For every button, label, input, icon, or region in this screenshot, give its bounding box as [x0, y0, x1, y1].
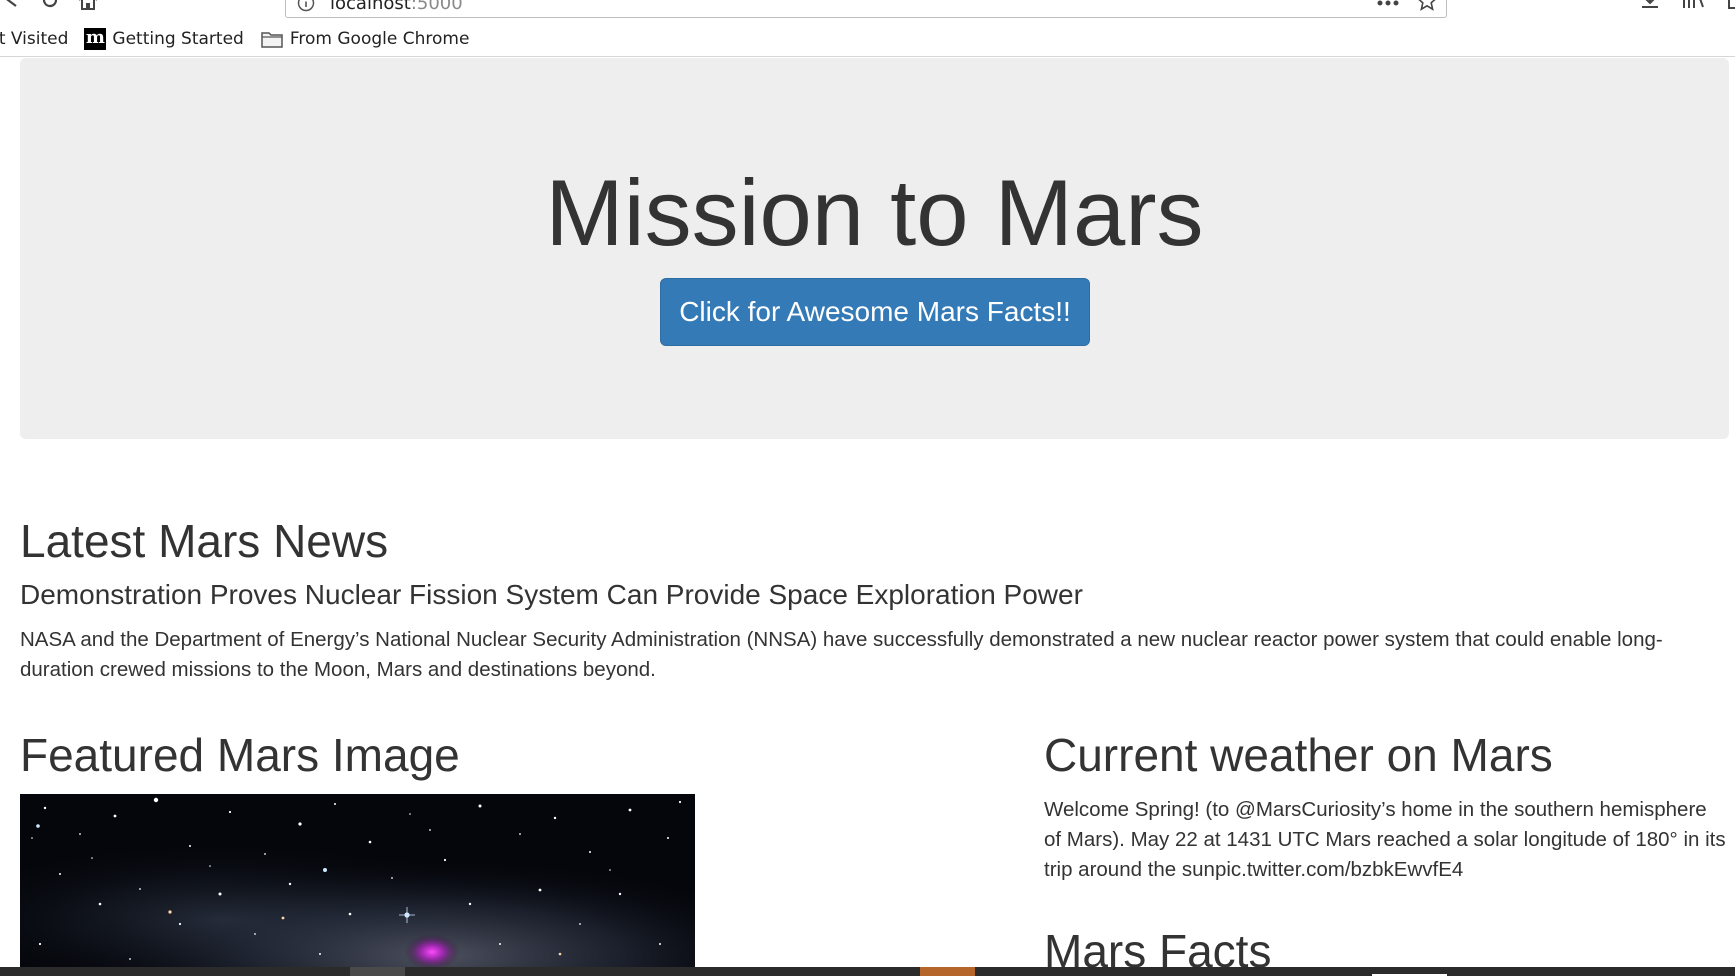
news-heading: Latest Mars News — [20, 515, 389, 567]
bookmark-label: Getting Started — [112, 29, 244, 49]
space-image — [20, 794, 695, 974]
bookmark-label: From Google Chrome — [289, 29, 470, 49]
url-host: localhost — [330, 0, 411, 14]
folder-icon — [260, 29, 284, 49]
more-icon[interactable] — [1376, 0, 1400, 12]
download-icon[interactable] — [1639, 0, 1661, 16]
weather-text: Welcome Spring! (to @MarsCuriosity’s hom… — [1044, 798, 1726, 881]
nav-icons — [0, 0, 114, 12]
featured-mars-image — [20, 794, 695, 974]
bookmark-most-visited[interactable]: st Visited — [0, 29, 68, 49]
library-icon[interactable] — [1681, 0, 1707, 16]
weather-heading: Current weather on Mars — [1044, 729, 1553, 781]
featured-image-heading: Featured Mars Image — [20, 729, 460, 781]
home-icon[interactable] — [76, 0, 100, 12]
bookmarks-bar: st Visited m Getting Started From Google… — [0, 26, 485, 52]
news-paragraph: NASA and the Department of Energy’s Nati… — [20, 628, 1663, 681]
jumbotron: Mission to Mars Click for Awesome Mars F… — [20, 58, 1729, 439]
url-actions — [1376, 0, 1438, 17]
toolbar-right — [1639, 0, 1735, 16]
taskbar-item-active[interactable] — [920, 967, 975, 976]
url-port: :5000 — [410, 0, 463, 14]
back-icon[interactable] — [0, 0, 24, 12]
mars-facts-button[interactable]: Click for Awesome Mars Facts!! — [660, 278, 1090, 346]
url-text[interactable]: localhost:5000 — [330, 0, 463, 14]
star-icon[interactable] — [1416, 0, 1438, 17]
browser-chrome: localhost:5000 st Visited m Getting Star… — [0, 0, 1735, 57]
info-icon[interactable] — [296, 0, 316, 13]
page-title: Mission to Mars — [545, 160, 1204, 265]
bookmark-getting-started[interactable]: m Getting Started — [84, 27, 244, 50]
taskbar — [0, 967, 1735, 976]
url-bar[interactable]: localhost:5000 — [285, 0, 1447, 18]
m-logo-icon: m — [84, 27, 107, 50]
taskbar-item[interactable] — [350, 967, 405, 976]
bookmark-from-google-chrome[interactable]: From Google Chrome — [260, 29, 470, 49]
sidebar-icon[interactable] — [1727, 0, 1735, 16]
bookmark-label: st Visited — [0, 29, 69, 49]
news-title: Demonstration Proves Nuclear Fission Sys… — [20, 579, 1083, 610]
reload-icon[interactable] — [38, 0, 62, 12]
